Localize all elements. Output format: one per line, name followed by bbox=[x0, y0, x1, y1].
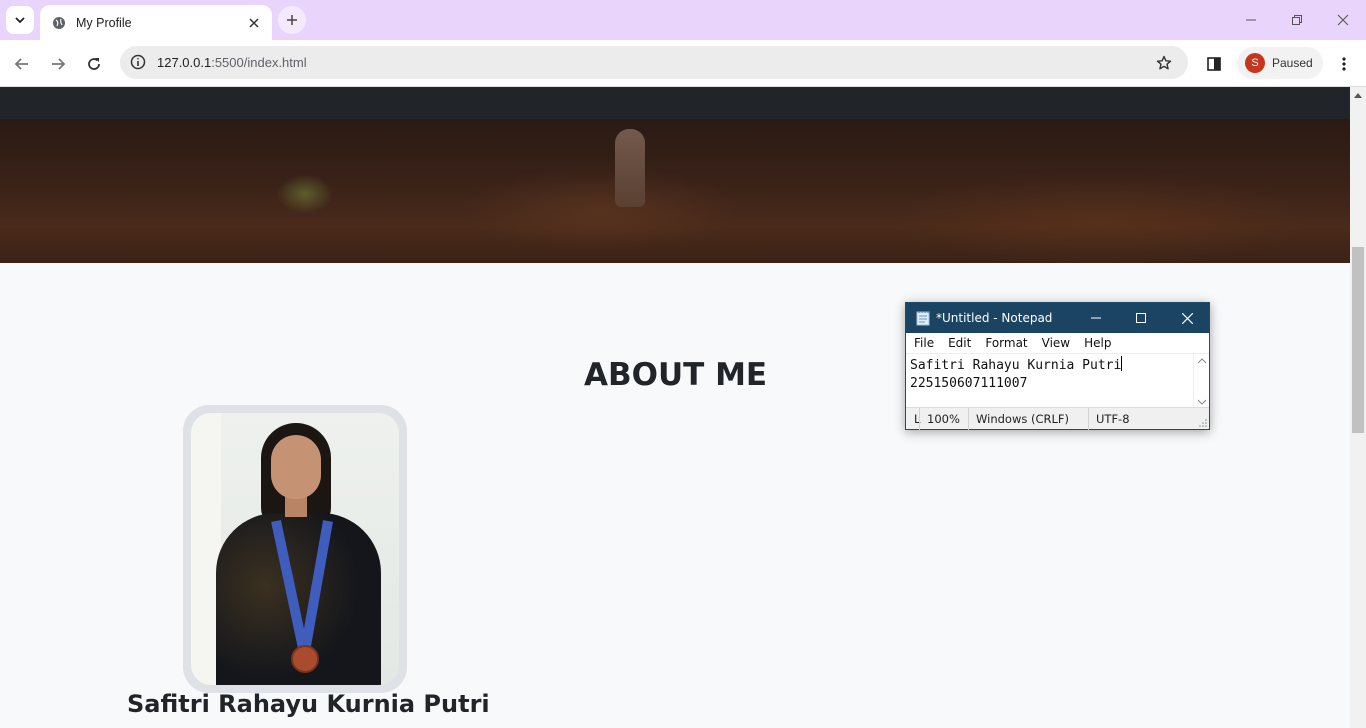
avatar: S bbox=[1245, 53, 1265, 73]
forward-button[interactable] bbox=[44, 50, 72, 78]
notepad-menubar: File Edit Format View Help bbox=[906, 333, 1209, 353]
notepad-icon bbox=[916, 311, 930, 326]
minimize-icon bbox=[1091, 317, 1101, 319]
tab-strip: My Profile bbox=[0, 0, 1366, 40]
profile-photo-frame bbox=[183, 405, 407, 693]
scroll-up-icon[interactable] bbox=[1353, 90, 1363, 100]
url-text[interactable]: 127.0.0.1:5500/index.html bbox=[157, 55, 307, 70]
status-line-endings: Windows (CRLF) bbox=[968, 408, 1069, 430]
hero-image bbox=[0, 119, 1350, 263]
tab-my-profile[interactable]: My Profile bbox=[40, 5, 272, 40]
browser-toolbar: 127.0.0.1:5500/index.html S Paused bbox=[0, 40, 1366, 87]
scroll-up-icon[interactable] bbox=[1198, 358, 1206, 364]
close-icon bbox=[1337, 14, 1349, 26]
globe-icon bbox=[53, 16, 65, 29]
profile-status: Paused bbox=[1272, 56, 1313, 70]
new-tab-button[interactable] bbox=[278, 6, 306, 34]
notepad-close-button[interactable] bbox=[1164, 303, 1210, 333]
photo-medal bbox=[291, 645, 319, 673]
hero-figure bbox=[615, 129, 645, 207]
resize-grip-icon[interactable] bbox=[1199, 419, 1207, 427]
menu-file[interactable]: File bbox=[914, 336, 934, 350]
text-caret bbox=[1121, 356, 1123, 371]
plus-icon bbox=[287, 15, 297, 25]
notepad-title: *Untitled - Notepad bbox=[936, 311, 1053, 325]
menu-button[interactable] bbox=[1330, 50, 1358, 78]
minimize-icon bbox=[1246, 19, 1256, 21]
restore-icon bbox=[1292, 15, 1302, 25]
arrow-left-icon bbox=[14, 58, 28, 70]
tab-search-button[interactable] bbox=[6, 6, 34, 34]
arrow-right-icon bbox=[52, 58, 66, 70]
reload-icon bbox=[88, 58, 100, 70]
notepad-maximize-button[interactable] bbox=[1118, 303, 1164, 333]
profile-photo bbox=[191, 413, 399, 685]
bookmark-star-icon[interactable] bbox=[1154, 53, 1174, 73]
section-title: ABOUT ME bbox=[584, 357, 768, 393]
site-navbar bbox=[0, 87, 1350, 119]
side-panel-button[interactable] bbox=[1200, 50, 1228, 78]
scrollbar-thumb[interactable] bbox=[1352, 247, 1364, 433]
status-zoom: 100% bbox=[919, 408, 960, 430]
scroll-down-icon[interactable] bbox=[1198, 399, 1206, 405]
profile-button[interactable]: S Paused bbox=[1237, 47, 1323, 79]
tab-close-icon[interactable] bbox=[246, 15, 262, 31]
maximize-icon bbox=[1136, 313, 1146, 323]
close-window-button[interactable] bbox=[1320, 0, 1366, 40]
side-panel-icon bbox=[1207, 57, 1221, 71]
close-icon bbox=[1181, 312, 1193, 324]
notepad-minimize-button[interactable] bbox=[1073, 303, 1119, 333]
menu-edit[interactable]: Edit bbox=[948, 336, 971, 350]
site-info-icon[interactable] bbox=[128, 52, 148, 72]
back-button[interactable] bbox=[8, 50, 36, 78]
menu-help[interactable]: Help bbox=[1084, 336, 1111, 350]
address-bar[interactable]: 127.0.0.1:5500/index.html bbox=[120, 46, 1188, 79]
notepad-window[interactable]: *Untitled - Notepad File Edit Format Vie… bbox=[905, 302, 1210, 430]
reload-button[interactable] bbox=[80, 50, 108, 78]
chevron-down-icon bbox=[15, 17, 25, 24]
restore-button[interactable] bbox=[1274, 0, 1320, 40]
notepad-statusbar: L 100% Windows (CRLF) UTF-8 bbox=[906, 407, 1209, 430]
notepad-line-2: 225150607111007 bbox=[910, 376, 1028, 391]
page-scrollbar[interactable] bbox=[1350, 87, 1366, 728]
profile-name: Safitri Rahayu Kurnia Putri bbox=[127, 690, 490, 718]
notepad-content: Safitri Rahayu Kurnia Putri 225150607111… bbox=[910, 356, 1123, 393]
notepad-line-1: Safitri Rahayu Kurnia Putri bbox=[910, 358, 1122, 373]
menu-view[interactable]: View bbox=[1042, 336, 1070, 350]
url-path: :5500/index.html bbox=[211, 55, 307, 70]
notepad-text-area[interactable]: Safitri Rahayu Kurnia Putri 225150607111… bbox=[906, 353, 1209, 409]
notepad-scrollbar[interactable] bbox=[1193, 354, 1209, 409]
notepad-titlebar[interactable]: *Untitled - Notepad bbox=[906, 303, 1209, 333]
tab-title: My Profile bbox=[76, 15, 132, 30]
photo-face bbox=[271, 435, 321, 499]
more-vertical-icon bbox=[1342, 57, 1346, 71]
menu-format[interactable]: Format bbox=[985, 336, 1027, 350]
url-host: 127.0.0.1 bbox=[157, 55, 212, 70]
minimize-button[interactable] bbox=[1228, 0, 1274, 40]
status-encoding: UTF-8 bbox=[1088, 408, 1130, 430]
